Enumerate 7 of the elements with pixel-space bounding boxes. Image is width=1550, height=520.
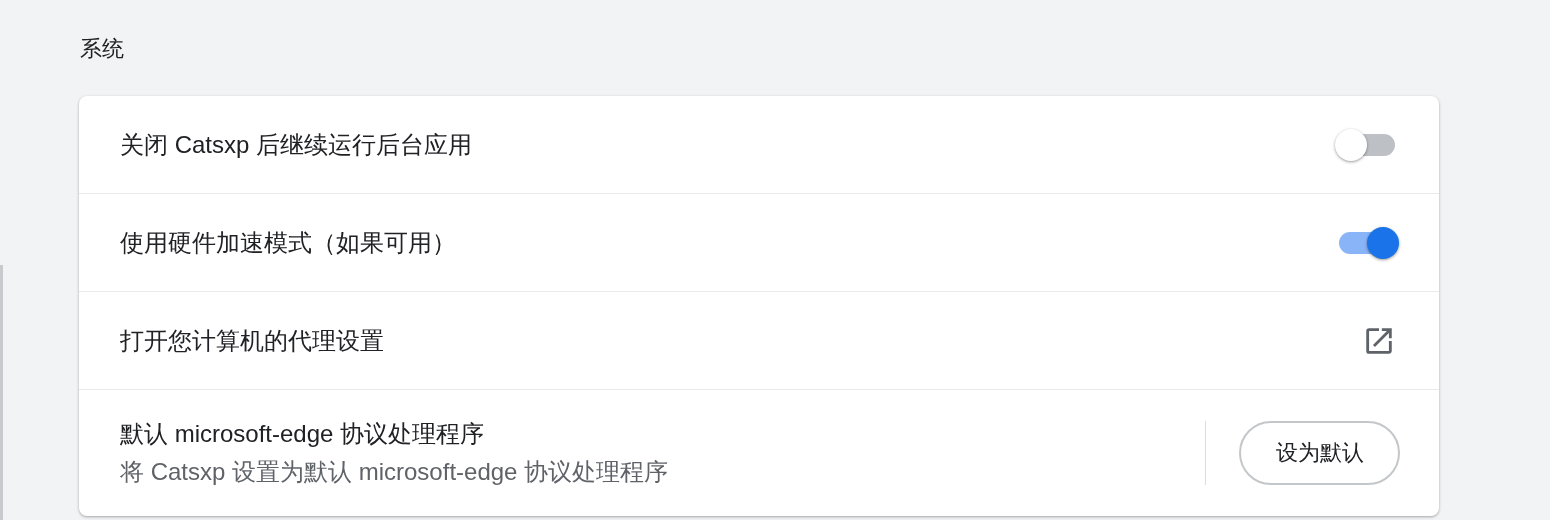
setting-label: 默认 microsoft-edge 协议处理程序 xyxy=(120,419,485,449)
section-title: 系统 xyxy=(80,35,124,63)
set-default-button[interactable]: 设为默认 xyxy=(1239,421,1400,485)
setting-description: 将 Catsxp 设置为默认 microsoft-edge 协议处理程序 xyxy=(120,457,669,487)
setting-label: 关闭 Catsxp 后继续运行后台应用 xyxy=(120,129,473,160)
setting-label: 使用硬件加速模式（如果可用） xyxy=(120,227,456,258)
setting-label: 打开您计算机的代理设置 xyxy=(120,325,384,356)
